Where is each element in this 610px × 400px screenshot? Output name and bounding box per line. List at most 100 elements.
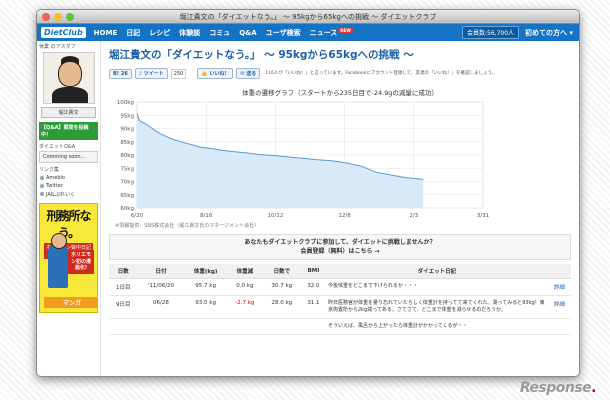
cell-weight-loss: 0.0 kg xyxy=(226,278,263,296)
close-button[interactable] xyxy=(42,13,50,21)
cta-line2[interactable]: 会員登録（無料）はこちら → xyxy=(110,247,570,256)
nav-experience[interactable]: 体験談 xyxy=(179,28,200,38)
window-title: 堀江貴文の「ダイエットなう。」 〜 95kgから65kgへの挑戦 〜 ダイエット… xyxy=(179,13,437,21)
nav-community[interactable]: コミュ xyxy=(209,28,230,38)
x-tick-label: 10/12 xyxy=(267,213,283,219)
book-ad-banner[interactable]: 刑務所なう。 ホリエモン獄中日記195日 ホリエモン初の漫画化! マンガ xyxy=(39,203,98,313)
cell-weight xyxy=(184,318,227,335)
profile-name-button[interactable]: 堀江貴文 xyxy=(41,107,96,118)
watermark-brand: Response xyxy=(519,380,592,396)
qa-label: ダイエットQ&A xyxy=(39,144,76,150)
weight-chart: 60kg 65kg 70kg 75kg 80kg 85kg 90kg 95kg 100kg 6/2… xyxy=(111,98,571,220)
tweet-button[interactable]: ♪ ツイート xyxy=(134,68,168,79)
response-watermark: Response. xyxy=(519,380,597,396)
like-button[interactable]: 👍 いいね！ xyxy=(197,68,234,79)
col-bmi: BMI xyxy=(300,264,326,279)
nav-user-search[interactable]: ユーザ検索 xyxy=(266,28,301,38)
nav-news-label: ニュース xyxy=(309,28,338,37)
y-tick-label: 60kg xyxy=(120,206,134,212)
x-tick-label: 8/16 xyxy=(200,213,213,219)
nav-diary[interactable]: 日記 xyxy=(126,28,140,38)
social-bar: B! 26 ♪ ツイート 250 👍 いいね！ ✉ 送る 116人が「いいね！」… xyxy=(109,68,571,79)
cell-weight: 95.7 kg xyxy=(184,278,227,296)
cell-date: '11/06/20 xyxy=(137,278,185,296)
y-tick-label: 95kg xyxy=(120,113,134,119)
nav-qa[interactable]: Q&A xyxy=(239,29,256,37)
y-tick-label: 85kg xyxy=(120,140,134,146)
avatar[interactable] xyxy=(42,52,95,104)
like-label: いいね！ xyxy=(209,71,230,77)
y-tick-label: 100kg xyxy=(117,100,134,106)
col-remaining: 日数で xyxy=(262,264,301,279)
col-weight: 体重(kg) xyxy=(184,264,227,279)
first-time-label: 初めての方へ xyxy=(525,28,568,37)
chevron-down-icon: ▾ xyxy=(569,28,573,37)
y-tick-label: 90kg xyxy=(120,127,134,133)
tweet-label: ツイート xyxy=(143,71,164,77)
nav-home[interactable]: HOME xyxy=(94,29,118,37)
detail-link[interactable]: 詳細 xyxy=(547,295,571,319)
x-tick-label: 12/8 xyxy=(338,213,351,219)
first-time-link[interactable]: 初めての方へ ▾ xyxy=(525,28,573,38)
detail-link[interactable] xyxy=(547,318,571,335)
minimize-button[interactable] xyxy=(54,13,62,21)
top-nav: DietClub HOME 日記 レシピ 体験談 コミュ Q&A ユーザ検索 ニ… xyxy=(37,24,579,41)
ad-title: 刑務所なう。 xyxy=(46,209,91,240)
cell-weight-loss: -2.7 kg xyxy=(226,295,263,319)
cell-diary: 昨日医務官が体重を量り忘れていたらしく体重計を持ってて来てくれた。測ってみると9… xyxy=(326,295,548,319)
main-column: 堀江貴文の「ダイエットなう。」 〜 95kgから65kgへの挑戦 〜 B! 26… xyxy=(101,41,579,376)
cta-line1: あなたもダイエットクラブに参加して、ダイエットに挑戦しませんか？ xyxy=(244,239,436,246)
cell-days: 9日目 xyxy=(109,295,138,319)
nav-news[interactable]: ニュース NEW xyxy=(309,27,353,38)
new-badge: NEW xyxy=(338,27,353,33)
table-row: 1日目 '11/06/20 95.7 kg 0.0 kg 30.7 kg 32.… xyxy=(109,278,571,296)
window-controls xyxy=(42,13,74,21)
table-row: そういえば、風呂から上がったら体重計がかかってくるが・・ xyxy=(109,318,571,335)
window-titlebar: 堀江貴文の「ダイエットなう。」 〜 95kgから65kgへの挑戦 〜 ダイエット… xyxy=(37,10,579,24)
table-header-row: 日数 日付 体重(kg) 体重減 日数で BMI ダイエット日記 xyxy=(109,264,571,279)
content-area: 休業 のアスダフ 堀江貴文 【Q&A】質問を投稿中！ ダイエットQ&A Comm… xyxy=(37,41,579,376)
cell-diary: 今後体重をどこまで下げられるか・・・ xyxy=(326,278,548,296)
watermark-dot: . xyxy=(591,380,596,396)
cell-weight-loss xyxy=(226,318,263,335)
detail-link[interactable]: 詳細 xyxy=(547,278,571,296)
table-row: 9日目 06/28 93.0 kg -2.7 kg 28.0 kg 31.1 昨… xyxy=(109,295,571,319)
cell-weight: 93.0 kg xyxy=(184,295,227,319)
link-jailbreak[interactable]: JAILぷれいく xyxy=(39,190,98,199)
cell-date: 06/28 xyxy=(137,295,185,319)
site-logo[interactable]: DietClub xyxy=(41,27,86,38)
col-diary: ダイエット日記 xyxy=(326,264,548,279)
tweet-count: 250 xyxy=(170,68,187,79)
cell-remaining xyxy=(262,318,301,335)
send-button[interactable]: ✉ 送る xyxy=(236,68,261,79)
sidebar-header: 休業 のアスダフ xyxy=(39,44,76,50)
qa-banner[interactable]: 【Q&A】質問を投稿中！ xyxy=(39,122,98,140)
twitter-icon: ♪ xyxy=(138,71,143,77)
avatar-face xyxy=(57,61,82,87)
link-ameblo[interactable]: Ameblo xyxy=(39,174,98,182)
send-label: 送る xyxy=(246,71,257,77)
signup-cta[interactable]: あなたもダイエットクラブに参加して、ダイエットに挑戦しませんか？ 会員登録（無料… xyxy=(109,234,571,260)
cell-bmi xyxy=(300,318,326,335)
qa-coming-soon[interactable]: Comming soon... xyxy=(39,151,98,163)
member-count: 会員数:56,700人 xyxy=(462,26,520,39)
cell-remaining: 28.0 kg xyxy=(262,295,301,319)
cell-diary: そういえば、風呂から上がったら体重計がかかってくるが・・ xyxy=(326,318,548,335)
link-twitter[interactable]: Twitter xyxy=(39,182,98,190)
x-tick-label: 3/31 xyxy=(477,213,489,219)
cell-days: 1日目 xyxy=(109,278,138,296)
hatena-bookmark-button[interactable]: B! 26 xyxy=(109,68,132,79)
col-date: 日付 xyxy=(137,264,185,279)
y-tick-label: 65kg xyxy=(120,193,134,199)
col-detail xyxy=(547,264,571,279)
ad-callout: ホリエモン初の漫画化! xyxy=(68,250,94,274)
cell-days xyxy=(109,318,138,335)
weight-chart-svg: 60kg 65kg 70kg 75kg 80kg 85kg 90kg 95kg 100kg 6/2… xyxy=(117,100,489,219)
y-tick-label: 70kg xyxy=(120,180,134,186)
cell-remaining: 30.7 kg xyxy=(262,278,301,296)
zoom-button[interactable] xyxy=(66,13,74,21)
y-tick-label: 75kg xyxy=(120,166,134,172)
cell-bmi: 31.1 xyxy=(300,295,326,319)
nav-recipe[interactable]: レシピ xyxy=(149,28,170,38)
col-weight-loss: 体重減 xyxy=(226,264,263,279)
